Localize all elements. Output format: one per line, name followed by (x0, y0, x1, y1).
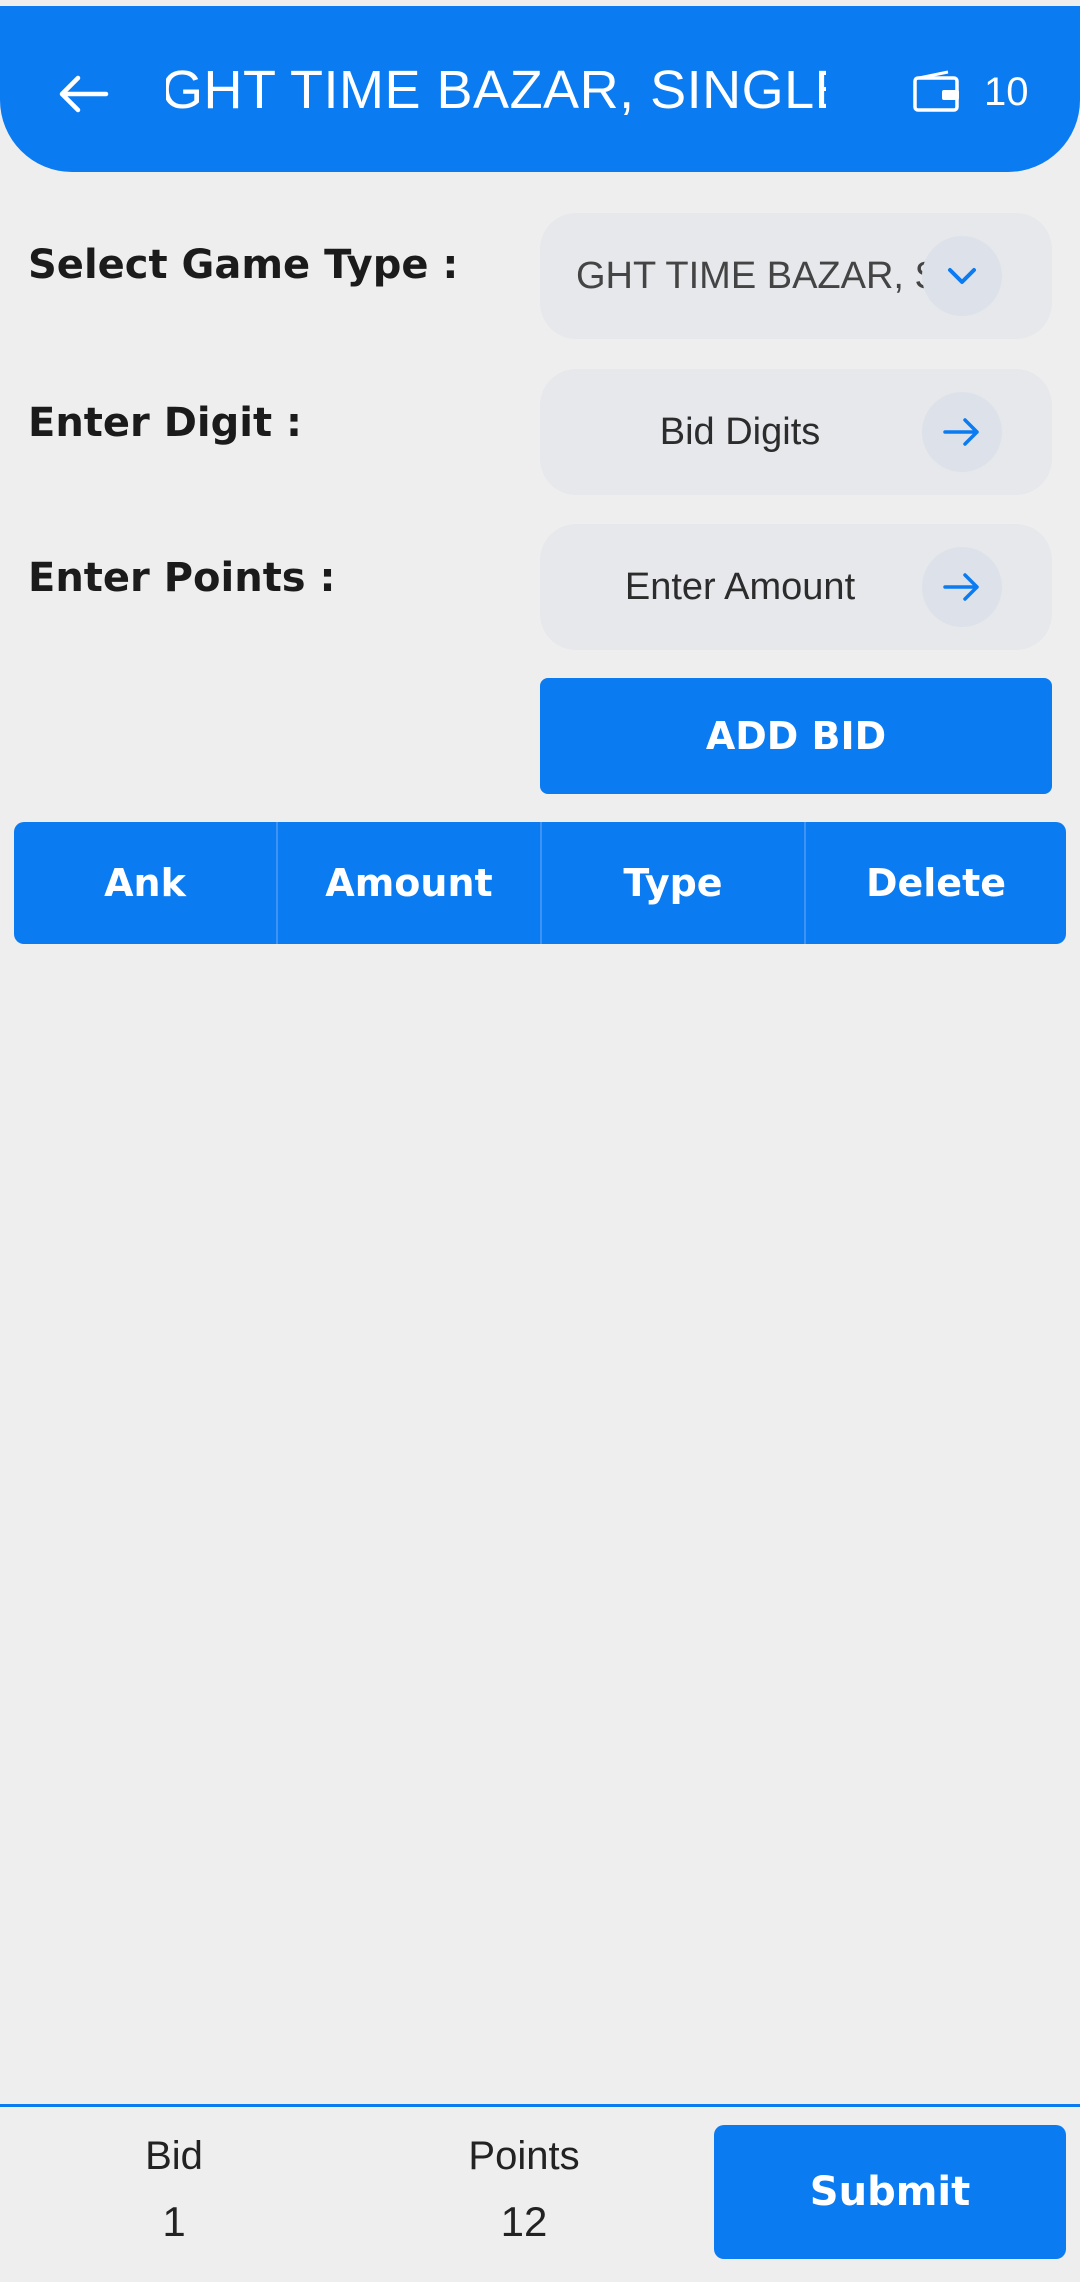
app-header: NIGHT TIME BAZAR, SINGLE 10 (0, 6, 1080, 172)
points-label: Enter Points : (28, 555, 336, 601)
submit-button[interactable]: Submit (714, 2125, 1066, 2259)
chevron-down-icon (948, 268, 976, 284)
game-type-label: Select Game Type : (28, 242, 459, 288)
points-total-summary: Points 12 (394, 2127, 654, 2255)
points-total-value: 12 (500, 2198, 548, 2245)
arrow-right-icon (943, 573, 979, 601)
column-header-type: Type (540, 822, 804, 944)
game-type-select[interactable]: NIGHT TIME BAZAR, SINGLE (540, 213, 1052, 339)
arrow-left-icon (59, 75, 109, 113)
bid-count-summary: Bid 1 (44, 2127, 304, 2255)
wallet-balance-value: 10 (984, 70, 1029, 114)
page-title: NIGHT TIME BAZAR, SINGLE (166, 60, 826, 120)
bottom-summary-bar: Bid 1 Points 12 Submit (0, 2104, 1080, 2282)
game-type-dropdown-button[interactable] (922, 236, 1002, 316)
bid-count-label: Bid (145, 2134, 203, 2178)
game-type-value: NIGHT TIME BAZAR, SINGLE (576, 254, 956, 297)
column-header-ank: Ank (104, 861, 186, 905)
bids-table-header: Ank Amount Type Delete (14, 822, 1066, 944)
bid-count-value: 1 (162, 2198, 186, 2245)
amount-placeholder: Enter Amount (624, 565, 856, 608)
back-button[interactable] (48, 54, 118, 134)
page-title-container: NIGHT TIME BAZAR, SINGLE (166, 48, 826, 132)
game-type-value-container: NIGHT TIME BAZAR, SINGLE (576, 213, 956, 339)
digit-label: Enter Digit : (28, 400, 303, 446)
column-header-delete: Delete (804, 822, 1066, 944)
bid-digits-go-button[interactable] (922, 392, 1002, 472)
arrow-right-icon (943, 418, 979, 446)
wallet-icon (913, 70, 959, 112)
wallet-balance[interactable]: 10 (912, 64, 1029, 120)
bid-digits-placeholder: Bid Digits (659, 410, 821, 453)
amount-go-button[interactable] (922, 547, 1002, 627)
column-header-amount: Amount (276, 822, 540, 944)
add-bid-button[interactable]: ADD BID (540, 678, 1052, 794)
amount-input[interactable]: Enter Amount (540, 524, 1052, 650)
points-total-label: Points (468, 2134, 580, 2178)
bid-digits-input[interactable]: Bid Digits (540, 369, 1052, 495)
